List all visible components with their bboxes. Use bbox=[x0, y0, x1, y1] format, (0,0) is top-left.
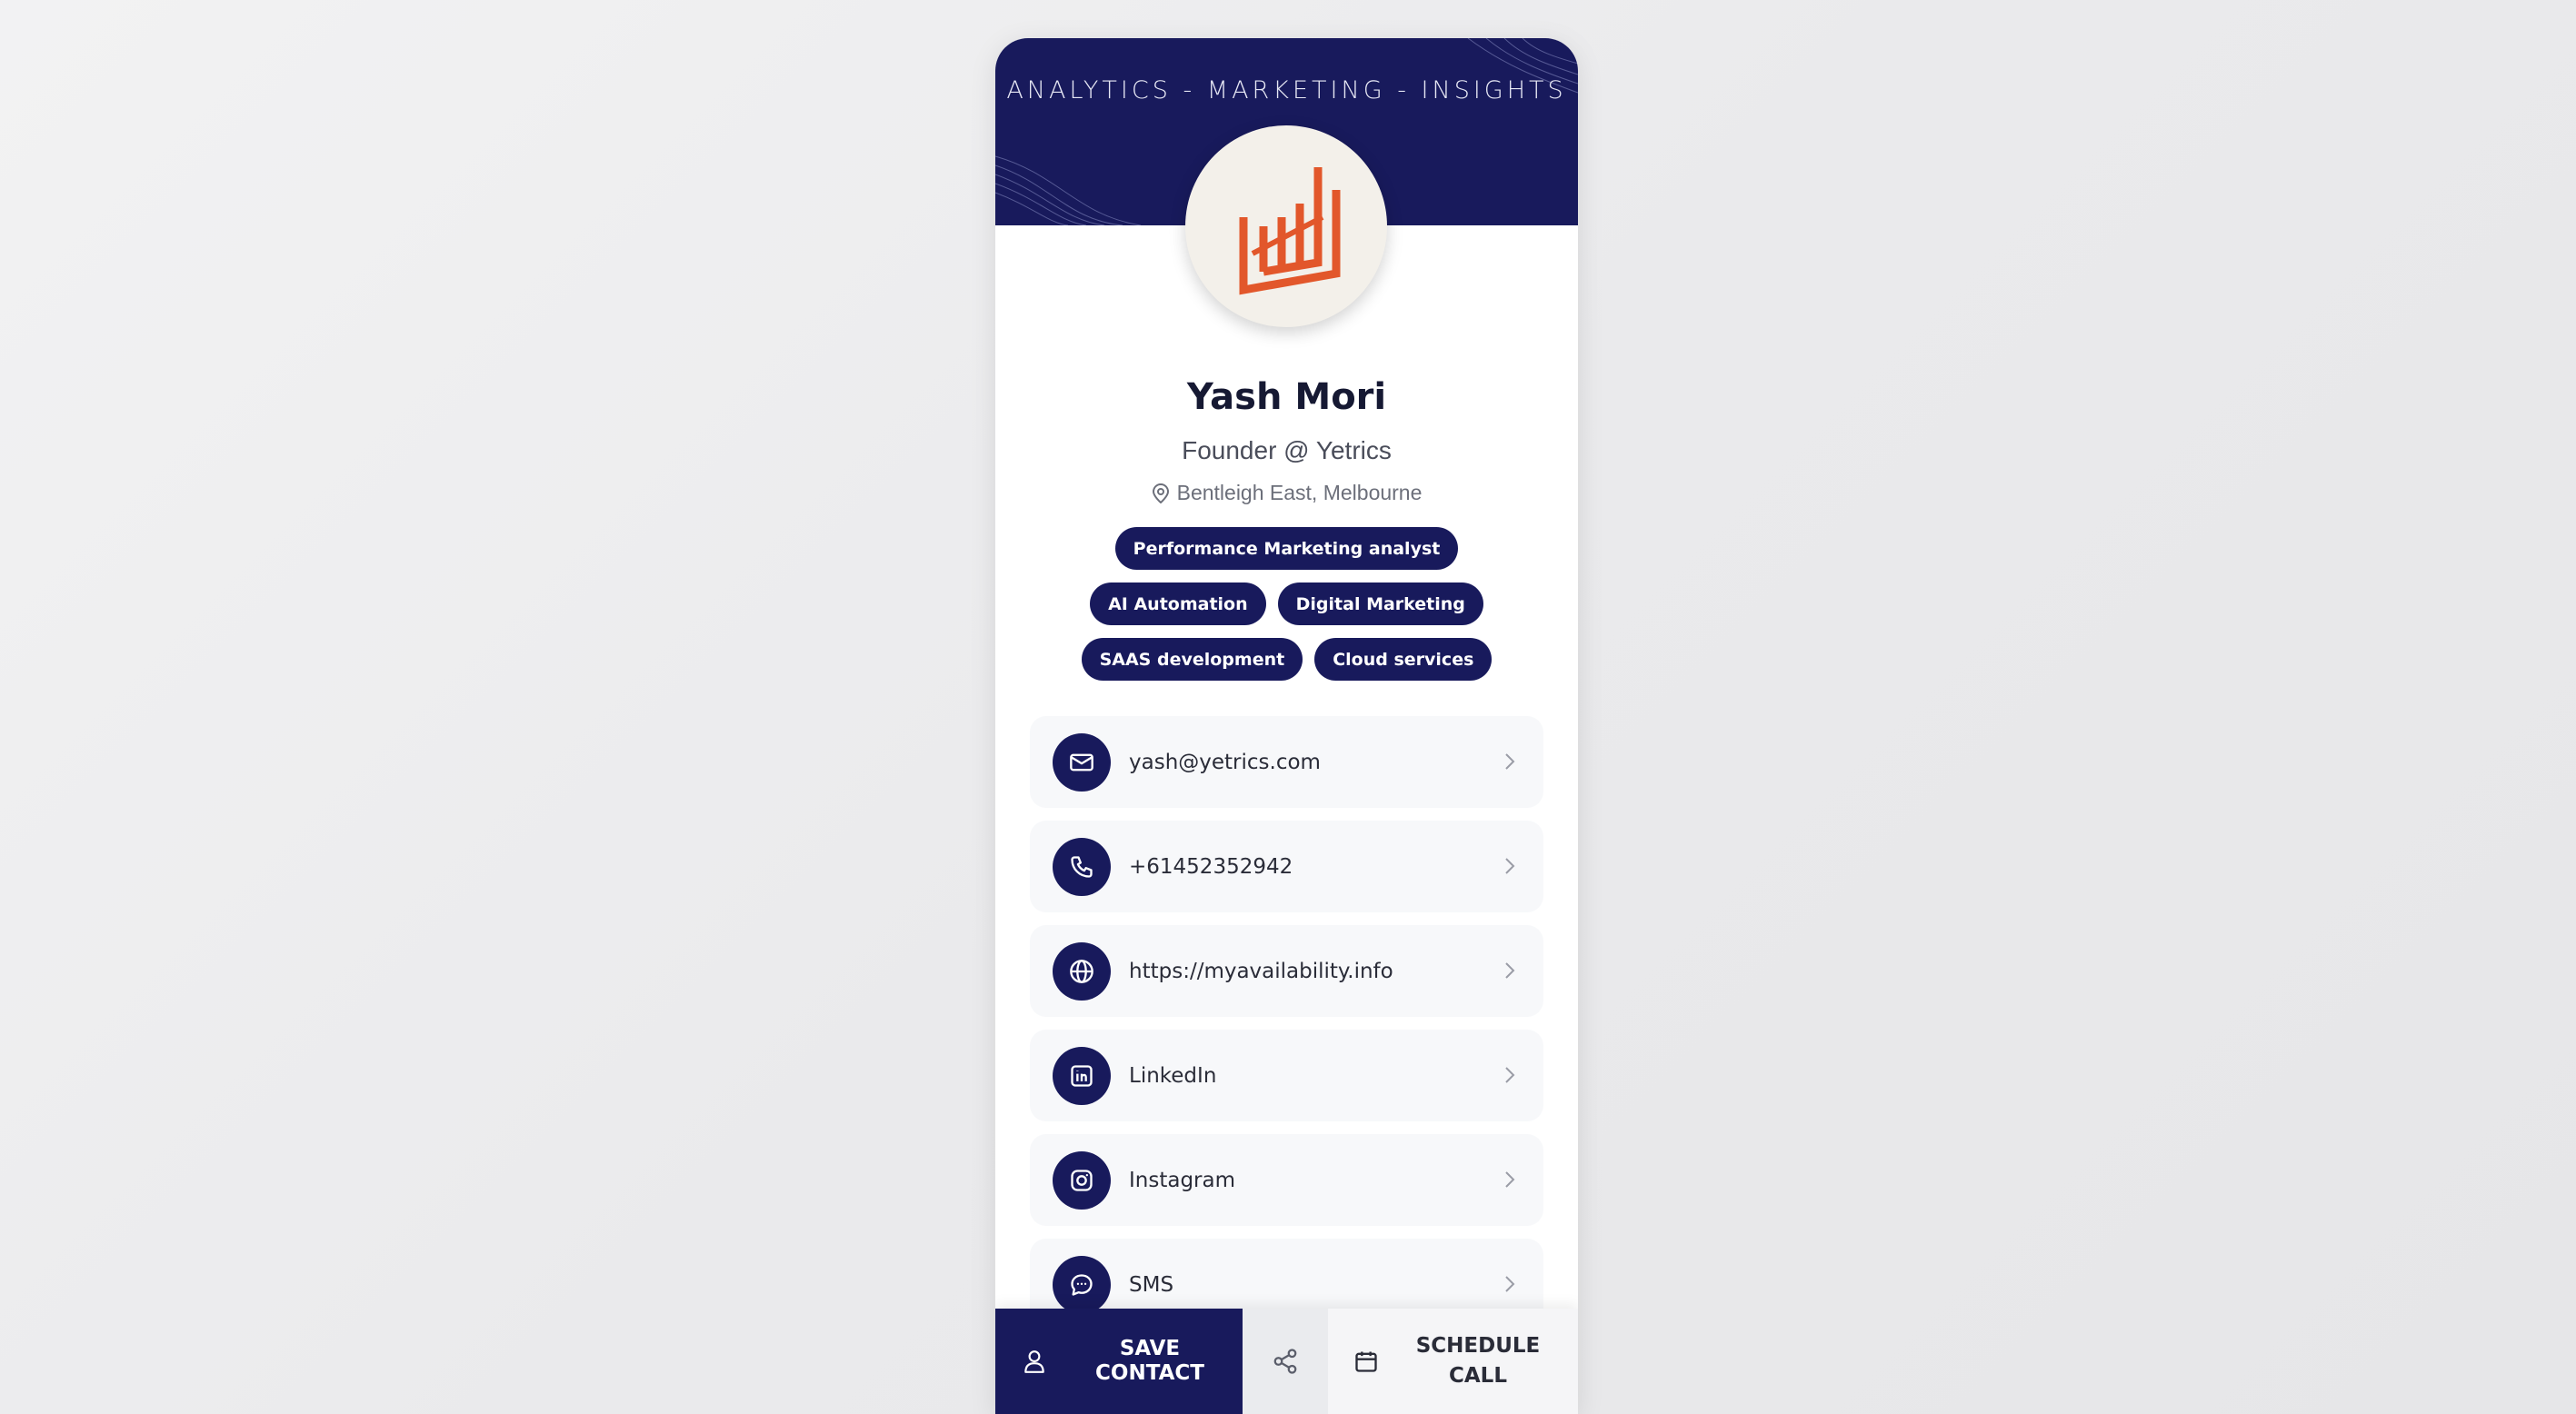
contact-row-instagram[interactable]: Instagram bbox=[1030, 1134, 1543, 1226]
contact-row-phone[interactable]: +61452352942 bbox=[1030, 821, 1543, 912]
contact-label: yash@yetrics.com bbox=[1129, 750, 1321, 774]
linkedin-icon bbox=[1053, 1046, 1111, 1105]
skill-tags: Performance Marketing analyst AI Automat… bbox=[1032, 527, 1542, 681]
contact-label: https://myavailability.info bbox=[1129, 959, 1393, 983]
contact-row-email[interactable]: yash@yetrics.com bbox=[1030, 716, 1543, 808]
tag: Performance Marketing analyst bbox=[1114, 527, 1459, 570]
chevron-right-icon bbox=[1505, 858, 1515, 874]
chevron-right-icon bbox=[1505, 753, 1515, 770]
location-pin-icon bbox=[1152, 483, 1169, 503]
instagram-icon bbox=[1053, 1150, 1111, 1210]
chevron-right-icon bbox=[1505, 1276, 1515, 1292]
user-icon bbox=[1024, 1350, 1044, 1373]
share-button[interactable] bbox=[1243, 1309, 1328, 1414]
contact-label: SMS bbox=[1129, 1272, 1174, 1297]
schedule-call-button[interactable]: SCHEDULE CALL bbox=[1328, 1309, 1578, 1414]
mail-icon bbox=[1053, 732, 1111, 792]
profile-card: ANALYTICS - MARKETING - INSIGHTS Yash Mo… bbox=[995, 38, 1578, 1414]
avatar bbox=[1185, 125, 1387, 327]
contact-label: LinkedIn bbox=[1129, 1063, 1217, 1088]
contact-label: Instagram bbox=[1129, 1168, 1236, 1192]
contact-row-website[interactable]: https://myavailability.info bbox=[1030, 925, 1543, 1017]
contact-row-linkedin[interactable]: LinkedIn bbox=[1030, 1030, 1543, 1121]
save-contact-label: SAVE CONTACT bbox=[1095, 1337, 1204, 1385]
globe-icon bbox=[1053, 941, 1111, 1001]
profile-role: Founder @ Yetrics bbox=[1182, 436, 1392, 464]
tag: SAAS development bbox=[1081, 638, 1303, 681]
contact-label: +61452352942 bbox=[1129, 854, 1293, 879]
tag: Cloud services bbox=[1314, 638, 1493, 681]
chevron-right-icon bbox=[1505, 1171, 1515, 1188]
location-text: Bentleigh East, Melbourne bbox=[1176, 481, 1423, 504]
share-icon bbox=[1273, 1349, 1297, 1374]
chevron-right-icon bbox=[1505, 1067, 1515, 1083]
banner-tagline: ANALYTICS - MARKETING - INSIGHTS bbox=[1006, 76, 1567, 105]
action-bar: SAVE CONTACT SCHEDULE CALL bbox=[995, 1309, 1578, 1414]
phone-icon bbox=[1053, 837, 1111, 896]
profile-location: Bentleigh East, Melbourne bbox=[995, 481, 1578, 505]
tag: AI Automation bbox=[1090, 583, 1266, 625]
message-icon bbox=[1053, 1255, 1111, 1314]
save-contact-button[interactable]: SAVE CONTACT bbox=[995, 1309, 1243, 1414]
tag: Digital Marketing bbox=[1277, 583, 1483, 625]
contact-list: yash@yetrics.com +61452352942 https://my… bbox=[1030, 716, 1543, 1343]
profile-name: Yash Mori bbox=[1186, 376, 1387, 418]
company-logo-icon bbox=[1239, 167, 1341, 295]
calendar-icon bbox=[1355, 1351, 1377, 1372]
schedule-call-label: SCHEDULE CALL bbox=[1415, 1334, 1541, 1388]
chevron-right-icon bbox=[1505, 962, 1515, 979]
